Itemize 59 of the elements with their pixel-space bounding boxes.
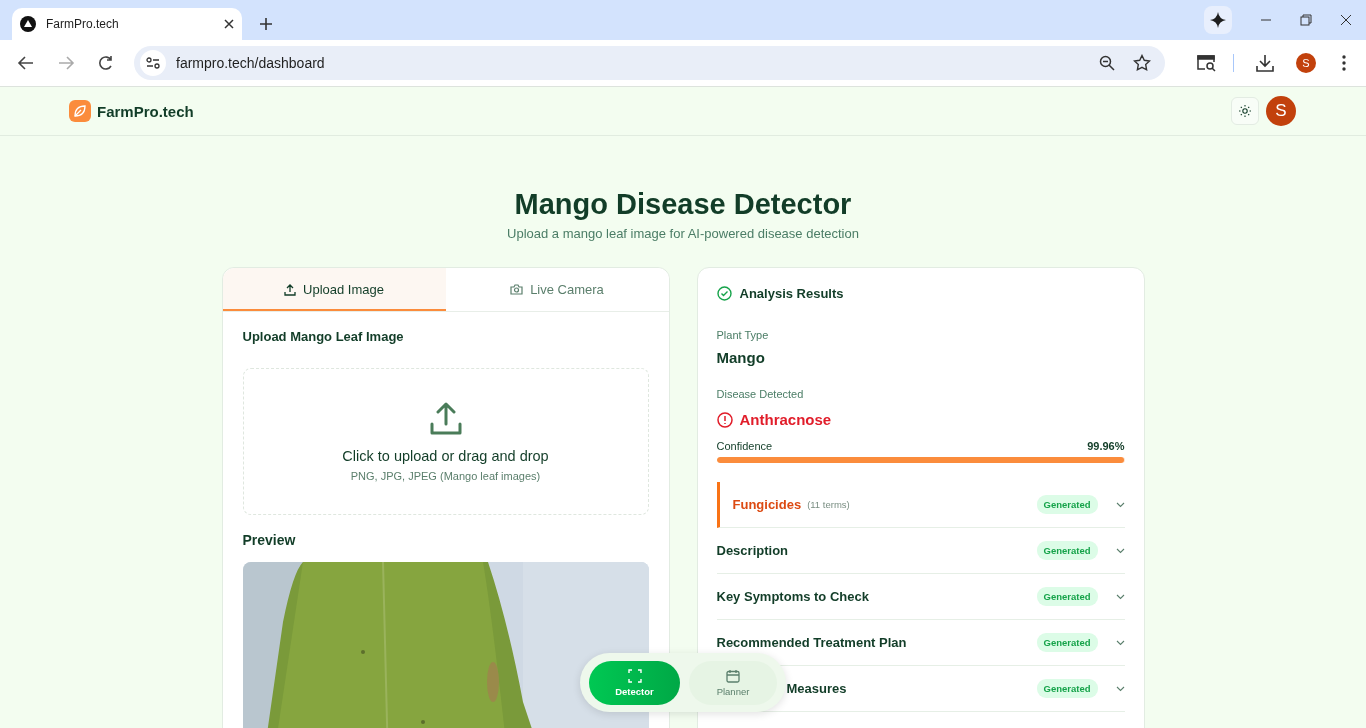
status-badge: Generated <box>1036 679 1098 698</box>
accordion-title[interactable]: Fungicides <box>732 497 802 512</box>
leaf-logo-icon <box>69 100 91 122</box>
chevron-down-icon <box>1115 639 1125 646</box>
term-count: (11 terms) <box>807 499 850 510</box>
accordion-title[interactable]: Description <box>716 543 788 558</box>
sparkle-button[interactable] <box>1204 6 1232 34</box>
chevron-down-icon <box>1115 593 1125 600</box>
brand-name[interactable]: FarmPro.tech <box>97 102 194 120</box>
search-tabs-icon[interactable] <box>1197 54 1217 72</box>
plant-type-value: Mango <box>716 349 766 366</box>
tune-icon[interactable] <box>146 57 160 69</box>
upload-icon <box>428 401 463 436</box>
site-icon <box>20 16 36 32</box>
confidence-value: 99.96% <box>1087 440 1125 452</box>
zoom-icon[interactable] <box>1099 55 1115 71</box>
accordion-title[interactable]: Measures <box>786 681 847 696</box>
restore-icon[interactable] <box>1300 14 1312 26</box>
user-avatar[interactable]: S <box>1266 96 1296 126</box>
star-icon[interactable] <box>1133 54 1151 72</box>
menu-icon[interactable] <box>1342 55 1346 71</box>
field-label: Plant Type <box>716 329 770 341</box>
results-title: Analysis Results <box>739 286 844 301</box>
address-bar[interactable]: farmpro.tech/dashboard <box>134 46 1165 80</box>
calendar-icon <box>726 668 740 683</box>
preview-title: Preview <box>242 532 297 548</box>
status-badge: Generated <box>1036 541 1098 560</box>
accordion-title[interactable]: Recommended Treatment Plan <box>716 635 907 650</box>
status-badge: Generated <box>1036 495 1098 514</box>
section-title: Upload Mango Leaf Image <box>242 329 405 344</box>
sparkle-icon <box>1210 12 1226 28</box>
close-icon[interactable] <box>1340 14 1352 26</box>
dropzone-title: Click to upload or drag and drop <box>342 447 549 464</box>
alert-icon <box>716 411 733 428</box>
profile-avatar[interactable]: S <box>1296 53 1316 73</box>
upload-icon <box>284 283 296 296</box>
status-badge: Generated <box>1036 633 1098 652</box>
close-icon[interactable] <box>224 19 234 29</box>
disease-name: Anthracnose <box>739 411 832 428</box>
chevron-down-icon <box>1115 501 1125 508</box>
page-title: Mango Disease Detector <box>513 187 853 222</box>
upload-dropzone[interactable]: Click to upload or drag and drop PNG, JPG, JPEG (Mango leaf images) <box>242 368 649 515</box>
theme-toggle-button[interactable] <box>1231 97 1259 125</box>
check-circle-icon <box>716 286 732 301</box>
status-badge: Generated <box>1036 587 1098 606</box>
page-subtitle: Upload a mango leaf image for AI-powered disease detection <box>506 226 860 241</box>
field-label: Disease Detected <box>716 388 805 400</box>
download-icon[interactable] <box>1256 54 1274 72</box>
chevron-down-icon <box>1115 685 1125 692</box>
camera-icon <box>510 284 524 295</box>
confidence-label: Confidence <box>716 440 773 452</box>
scan-icon <box>627 668 642 683</box>
sun-icon <box>1239 105 1251 117</box>
tab[interactable]: Upload Image <box>222 268 446 311</box>
accordion-title[interactable]: Key Symptoms to Check <box>716 589 869 604</box>
browser-tab[interactable]: FarmPro.tech <box>12 8 242 40</box>
dropzone-hint: PNG, JPG, JPEG (Mango leaf images) <box>350 469 541 482</box>
nav-button[interactable]: Planner <box>689 660 777 705</box>
chevron-down-icon <box>1115 547 1125 554</box>
